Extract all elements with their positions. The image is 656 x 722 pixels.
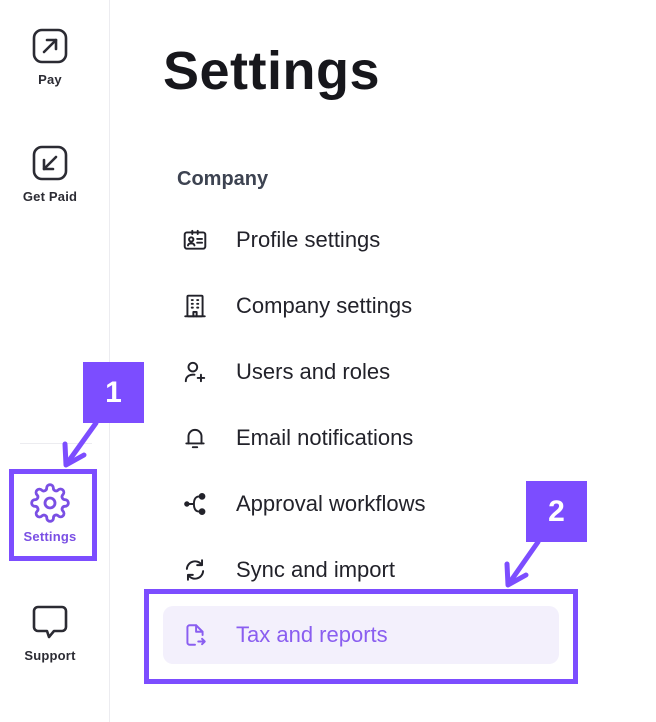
menu-label-company-settings: Company settings: [236, 293, 413, 318]
rail-label-get-paid: Get Paid: [22, 189, 78, 204]
menu-item-profile-settings[interactable]: Profile settings: [163, 211, 559, 269]
rail-item-support[interactable]: Support: [0, 602, 100, 663]
menu-label-approval-workflows: Approval workflows: [236, 491, 426, 516]
menu-label-profile-settings: Profile settings: [236, 227, 381, 252]
bell-icon: [182, 425, 208, 451]
arrow-up-right-icon: [30, 26, 70, 66]
page-title: Settings: [163, 41, 381, 101]
section-label-company: Company: [177, 168, 269, 190]
menu-item-company-settings[interactable]: Company settings: [163, 277, 559, 335]
highlight-box-tax-and-reports: [144, 589, 578, 684]
rail-label-pay: Pay: [38, 72, 62, 87]
menu-label-users-and-roles: Users and roles: [236, 359, 391, 384]
highlight-box-settings: [9, 469, 97, 561]
left-rail: Pay Get Paid Settings Support: [0, 0, 110, 722]
chat-bubble-icon: [30, 602, 70, 642]
rail-item-pay[interactable]: Pay: [0, 26, 100, 87]
id-card-icon: [182, 227, 208, 253]
rail-divider: [20, 443, 92, 444]
building-icon: [182, 293, 208, 319]
rail-item-get-paid[interactable]: Get Paid: [0, 143, 100, 204]
menu-item-users-and-roles[interactable]: Users and roles: [163, 343, 559, 401]
arrow-down-left-icon: [30, 143, 70, 183]
step-badge-1: 1: [83, 362, 144, 423]
user-plus-icon: [182, 359, 208, 385]
workflow-icon: [182, 491, 208, 517]
step-badge-2: 2: [526, 481, 587, 542]
rail-label-support: Support: [24, 648, 76, 663]
menu-label-email-notifications: Email notifications: [236, 425, 414, 450]
sync-icon: [182, 557, 208, 583]
menu-item-email-notifications[interactable]: Email notifications: [163, 409, 559, 467]
menu-label-sync-and-import: Sync and import: [236, 557, 395, 582]
menu-item-approval-workflows[interactable]: Approval workflows: [163, 475, 559, 533]
